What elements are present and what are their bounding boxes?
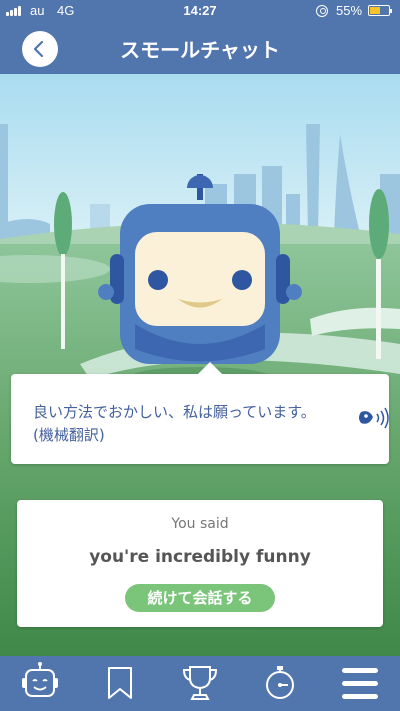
battery-level	[370, 7, 380, 14]
you-said-card: You said you're incredibly funny 続けて会話する	[17, 500, 383, 627]
tab-trophy[interactable]	[160, 656, 240, 711]
trophy-icon	[182, 666, 218, 700]
continue-conversation-button[interactable]: 続けて会話する	[125, 584, 275, 612]
tab-robot[interactable]	[0, 656, 80, 711]
menu-icon	[342, 668, 378, 699]
speaker-icon[interactable]	[357, 406, 389, 432]
bookmark-icon	[108, 667, 132, 699]
rotation-lock-icon	[316, 5, 328, 17]
stopwatch-icon	[266, 666, 294, 699]
tab-stopwatch[interactable]	[240, 656, 320, 711]
top-bar: au 4G 14:27 55% スモールチャット	[0, 0, 400, 74]
you-said-label: You said	[171, 516, 229, 532]
tab-bar	[0, 656, 400, 711]
status-bar: au 4G 14:27 55%	[0, 0, 400, 22]
page-title: スモールチャット	[120, 38, 280, 62]
robot-icon	[22, 662, 58, 697]
bubble-text: 良い方法でおかしい、私は願っています。 (機械翻訳)	[33, 403, 316, 444]
battery-percent: 55%	[336, 3, 363, 18]
battery-icon	[368, 5, 392, 16]
speech-bubble: 良い方法でおかしい、私は願っています。 (機械翻訳)	[11, 362, 389, 464]
recognized-phrase: you're incredibly funny	[89, 547, 311, 567]
tab-bookmark[interactable]	[80, 656, 160, 711]
tab-menu[interactable]	[320, 656, 400, 711]
